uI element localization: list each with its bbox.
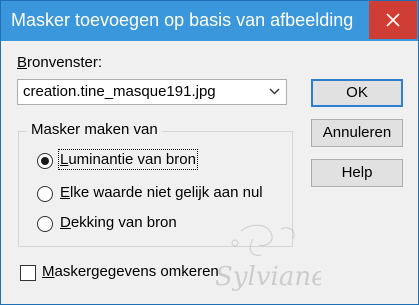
luminance-label[interactable]: Luminantie van bron bbox=[58, 149, 198, 170]
close-button[interactable] bbox=[369, 1, 417, 39]
help-button[interactable]: Help bbox=[311, 159, 403, 187]
ok-button[interactable]: OK bbox=[311, 79, 403, 107]
any-non-zero-radio[interactable] bbox=[37, 186, 53, 202]
source-opacity-label[interactable]: Dekking van bron bbox=[60, 214, 177, 231]
close-icon bbox=[386, 13, 400, 27]
chevron-down-icon bbox=[269, 88, 280, 95]
any-non-zero-label[interactable]: Elke waarde niet gelijk aan nul bbox=[60, 184, 263, 201]
source-opacity-radio[interactable] bbox=[37, 216, 53, 232]
source-window-value: creation.tine_masque191.jpg bbox=[23, 83, 216, 100]
source-window-select[interactable]: creation.tine_masque191.jpg bbox=[17, 79, 287, 105]
invert-mask-checkbox[interactable] bbox=[20, 265, 36, 281]
mask-from-image-dialog: Masker toevoegen op basis van afbeelding… bbox=[0, 0, 419, 305]
svg-text:Sylviane: Sylviane bbox=[215, 262, 321, 292]
watermark-logo: Sylviane bbox=[215, 224, 321, 292]
luminance-radio[interactable] bbox=[37, 153, 53, 169]
title-bar[interactable]: Masker toevoegen op basis van afbeelding bbox=[1, 1, 418, 41]
dialog-body: Bronvenster: creation.tine_masque191.jpg… bbox=[1, 41, 418, 304]
source-window-label: Bronvenster: bbox=[17, 54, 103, 71]
mask-source-group-title: Masker maken van bbox=[27, 121, 162, 138]
cancel-button[interactable]: Annuleren bbox=[311, 119, 403, 147]
dialog-title: Masker toevoegen op basis van afbeelding bbox=[11, 10, 354, 30]
invert-mask-label[interactable]: Maskergegevens omkeren bbox=[42, 263, 219, 280]
